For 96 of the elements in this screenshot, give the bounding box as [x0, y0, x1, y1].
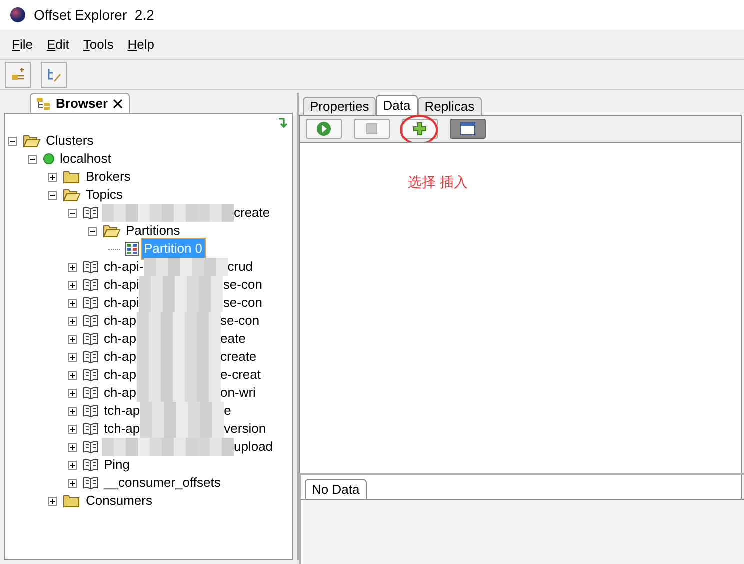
partition-icon	[125, 242, 139, 256]
tree-item[interactable]: localhost	[58, 149, 114, 169]
menu-item[interactable]: Help	[128, 34, 154, 54]
tree-item[interactable]: ch-ap	[102, 329, 137, 349]
tab[interactable]: Replicas	[418, 97, 482, 115]
collapse-toggle-icon[interactable]	[88, 226, 97, 236]
close-icon[interactable]	[113, 98, 124, 108]
tree-item[interactable]: __consumer_offsets	[102, 473, 223, 493]
expand-toggle-icon[interactable]	[68, 388, 77, 398]
tab[interactable]: No Data	[305, 479, 367, 499]
tree-item[interactable]: tch-ap	[102, 401, 140, 421]
tree-item[interactable]: version	[224, 419, 266, 439]
tree-item[interactable]: Clusters	[44, 131, 96, 151]
expand-toggle-icon[interactable]	[68, 316, 77, 326]
book-icon	[83, 296, 99, 310]
book-icon	[83, 440, 99, 454]
expand-toggle-icon[interactable]	[68, 442, 77, 452]
tree-item[interactable]: upload	[234, 437, 274, 457]
browser-tab[interactable]: Browser	[30, 93, 130, 113]
tree-item[interactable]: create	[220, 347, 257, 367]
collapse-toggle-icon[interactable]	[28, 154, 37, 164]
plus-icon	[412, 121, 428, 137]
tree-item[interactable]: e	[224, 401, 232, 421]
tree-item[interactable]: ch-api-	[102, 257, 144, 277]
book-icon	[83, 368, 99, 382]
folder-icon	[63, 170, 81, 184]
tree-item[interactable]: e-creat	[220, 365, 261, 385]
collapse-toggle-icon[interactable]	[68, 208, 77, 218]
book-icon	[83, 422, 99, 436]
menu-item[interactable]: Tools	[83, 34, 114, 54]
book-icon	[83, 260, 99, 274]
expand-toggle-icon[interactable]	[48, 172, 57, 182]
app-logo-icon	[10, 7, 26, 23]
tree-edit-icon	[46, 66, 62, 82]
open-folder-icon	[63, 188, 81, 202]
book-icon	[83, 206, 99, 220]
open-folder-icon	[23, 134, 41, 148]
collapse-icon[interactable]	[276, 117, 288, 129]
tree-item[interactable]: crud	[228, 257, 254, 277]
stop-icon	[364, 121, 380, 137]
tab[interactable]: Data	[376, 95, 418, 115]
tree-item[interactable]: se-con	[223, 293, 262, 313]
book-icon	[83, 386, 99, 400]
book-icon	[83, 278, 99, 292]
collapse-toggle-icon[interactable]	[48, 190, 57, 200]
tab[interactable]: Properties	[303, 97, 376, 115]
window-icon	[460, 121, 476, 137]
tree-item[interactable]: Ping	[102, 455, 132, 475]
play-icon	[316, 121, 332, 137]
tree-item[interactable]: ch-ap	[102, 383, 137, 403]
play-button[interactable]	[306, 119, 342, 139]
status-dot-icon	[43, 153, 55, 165]
tree-item[interactable]: on-wri	[220, 383, 256, 403]
window-button[interactable]	[450, 119, 486, 139]
expand-toggle-icon[interactable]	[68, 424, 77, 434]
open-folder-icon	[103, 224, 121, 238]
book-icon	[83, 350, 99, 364]
menu-item[interactable]: File	[12, 34, 33, 54]
tree-item[interactable]: Topics	[84, 185, 125, 205]
edit-tree-button[interactable]	[41, 62, 67, 88]
tree-item[interactable]: ch-ap	[102, 347, 137, 367]
menu-item[interactable]: Edit	[46, 34, 70, 54]
book-icon	[83, 314, 99, 328]
tree-item[interactable]: eate	[220, 329, 246, 349]
tree-item[interactable]: se-con	[220, 311, 260, 331]
connect-button[interactable]	[5, 62, 31, 88]
expand-toggle-icon[interactable]	[68, 280, 77, 290]
expand-toggle-icon[interactable]	[68, 478, 77, 488]
expand-toggle-icon[interactable]	[68, 370, 77, 380]
expand-toggle-icon[interactable]	[68, 406, 77, 416]
tree-item[interactable]: tch-ap	[102, 419, 140, 439]
tree-item[interactable]: Partitions	[124, 221, 182, 241]
expand-toggle-icon[interactable]	[68, 334, 77, 344]
tree-item[interactable]: Consumers	[84, 491, 154, 511]
expand-toggle-icon[interactable]	[68, 262, 77, 272]
folder-icon	[63, 494, 81, 508]
tree-item[interactable]: Brokers	[84, 167, 133, 187]
expand-toggle-icon[interactable]	[68, 460, 77, 470]
expand-toggle-icon[interactable]	[68, 298, 77, 308]
plug-icon	[10, 66, 26, 82]
book-icon	[83, 476, 99, 490]
expand-toggle-icon[interactable]	[48, 496, 57, 506]
tree-item[interactable]: ch-api	[102, 275, 140, 295]
tree-item[interactable]: se-con	[223, 275, 262, 295]
expand-toggle-icon[interactable]	[68, 352, 77, 362]
book-icon	[83, 458, 99, 472]
tree-icon	[37, 98, 51, 110]
window-title: Offset Explorer 2.2	[34, 6, 154, 25]
annotation-text: 选择 插入	[408, 173, 468, 192]
book-icon	[83, 404, 99, 418]
collapse-toggle-icon[interactable]	[8, 136, 17, 146]
tree-item[interactable]: ch-ap	[102, 365, 137, 385]
tree-item[interactable]: create	[234, 203, 270, 223]
book-icon	[83, 332, 99, 346]
tree-item[interactable]: ch-api	[102, 293, 140, 313]
tree-item[interactable]: ch-ap	[102, 311, 137, 331]
